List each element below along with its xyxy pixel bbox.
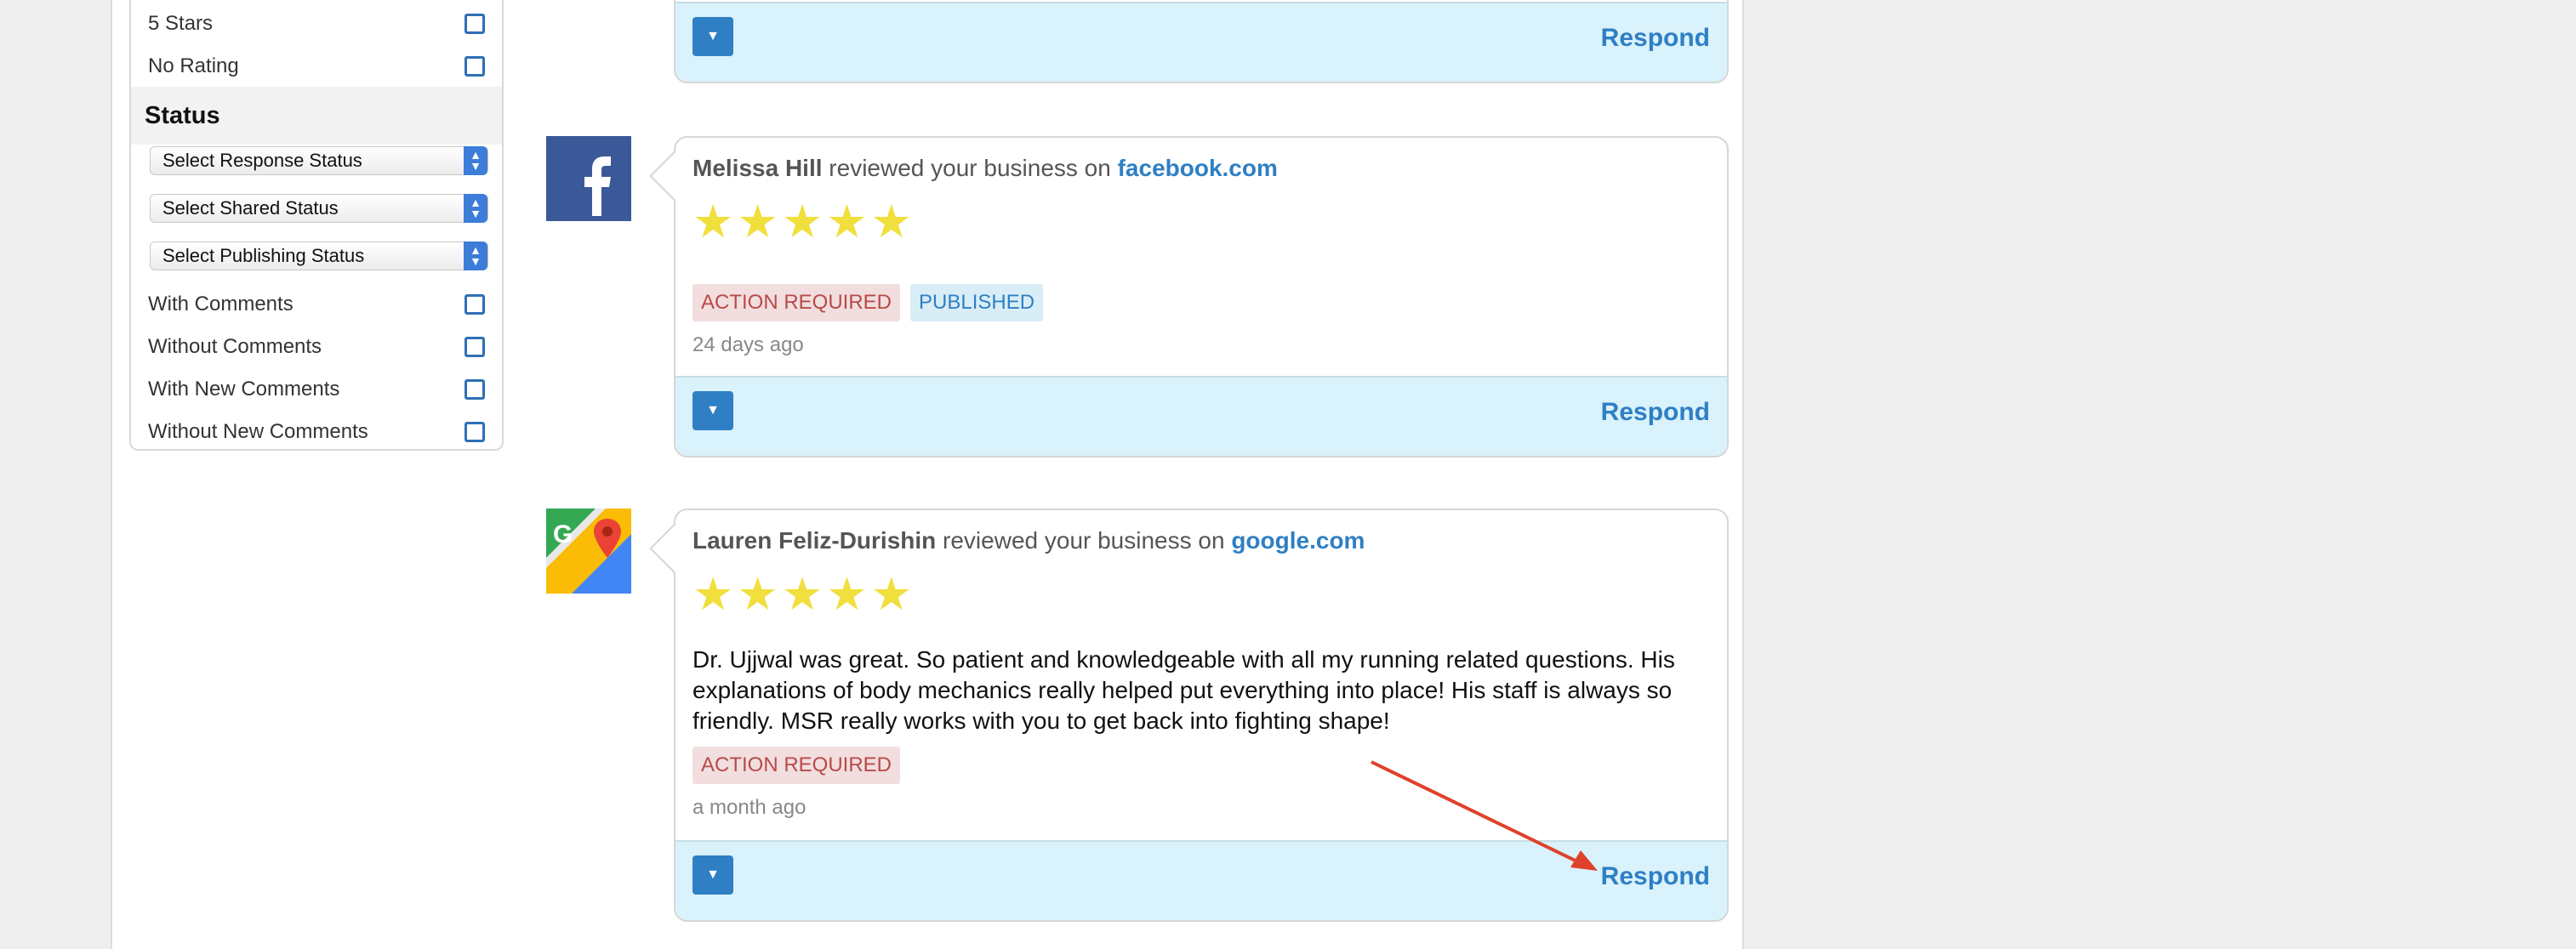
annotation-arrow-icon [1371,760,1598,871]
